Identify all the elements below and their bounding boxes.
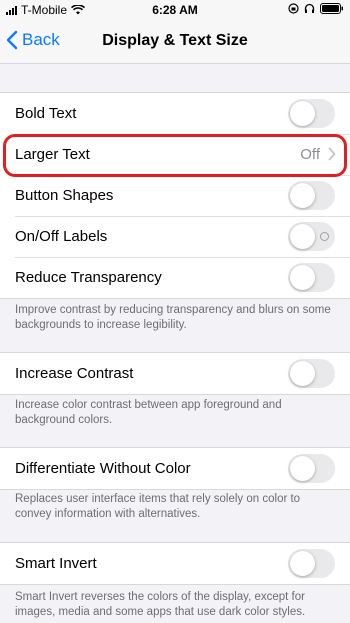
differentiate-group: Differentiate Without Color xyxy=(0,447,350,490)
button-shapes-row: Button Shapes xyxy=(0,175,350,216)
smart-invert-group: Smart Invert xyxy=(0,542,350,585)
increase-contrast-footer: Increase color contrast between app fore… xyxy=(15,399,282,426)
toggle-knob xyxy=(290,224,315,249)
differentiate-label: Differentiate Without Color xyxy=(15,460,191,477)
larger-text-value: Off xyxy=(300,146,320,163)
headphones-icon xyxy=(304,3,315,13)
increase-contrast-row: Increase Contrast xyxy=(0,353,350,394)
toggle-knob xyxy=(290,265,315,290)
smart-invert-label: Smart Invert xyxy=(15,555,97,572)
button-shapes-label: Button Shapes xyxy=(15,187,114,204)
reduce-transparency-toggle[interactable] xyxy=(288,263,335,292)
chevron-right-icon xyxy=(328,147,336,161)
bold-text-toggle[interactable] xyxy=(288,99,335,128)
status-bar: T-Mobile 6:28 AM xyxy=(0,0,350,20)
differentiate-footer: Replaces user interface items that rely … xyxy=(15,493,301,520)
increase-contrast-label: Increase Contrast xyxy=(15,365,134,382)
display-options-group: Bold Text Larger Text Off Button Shapes … xyxy=(0,92,350,299)
bold-text-label: Bold Text xyxy=(15,105,77,122)
increase-contrast-toggle[interactable] xyxy=(288,359,335,388)
toggle-knob xyxy=(290,101,315,126)
status-right xyxy=(288,3,344,14)
reduce-transparency-row: Reduce Transparency xyxy=(0,257,350,298)
increase-contrast-group: Increase Contrast xyxy=(0,352,350,395)
reduce-transparency-footer: Improve contrast by reducing transparenc… xyxy=(15,304,331,331)
page-title: Display & Text Size xyxy=(102,32,248,49)
smart-invert-footer: Smart Invert reverses the colors of the … xyxy=(15,591,306,618)
differentiate-toggle[interactable] xyxy=(288,454,335,483)
toggle-knob xyxy=(290,361,315,386)
off-indicator-icon xyxy=(320,232,329,241)
smart-invert-toggle[interactable] xyxy=(288,549,335,578)
smart-invert-row: Smart Invert xyxy=(0,543,350,584)
bold-text-row: Bold Text xyxy=(0,93,350,134)
toggle-knob xyxy=(290,183,315,208)
battery-icon xyxy=(320,3,343,14)
larger-text-row[interactable]: Larger Text Off xyxy=(0,134,350,175)
nav-bar: Back Display & Text Size xyxy=(0,20,350,64)
onoff-labels-row: On/Off Labels xyxy=(0,216,350,257)
larger-text-label: Larger Text xyxy=(15,146,90,163)
toggle-knob xyxy=(290,551,315,576)
onoff-labels-label: On/Off Labels xyxy=(15,228,108,245)
reduce-transparency-label: Reduce Transparency xyxy=(15,269,162,286)
differentiate-row: Differentiate Without Color xyxy=(0,448,350,489)
lock-rotation-icon xyxy=(288,3,299,14)
button-shapes-toggle[interactable] xyxy=(288,181,335,210)
onoff-labels-toggle[interactable] xyxy=(288,222,335,251)
toggle-knob xyxy=(290,456,315,481)
